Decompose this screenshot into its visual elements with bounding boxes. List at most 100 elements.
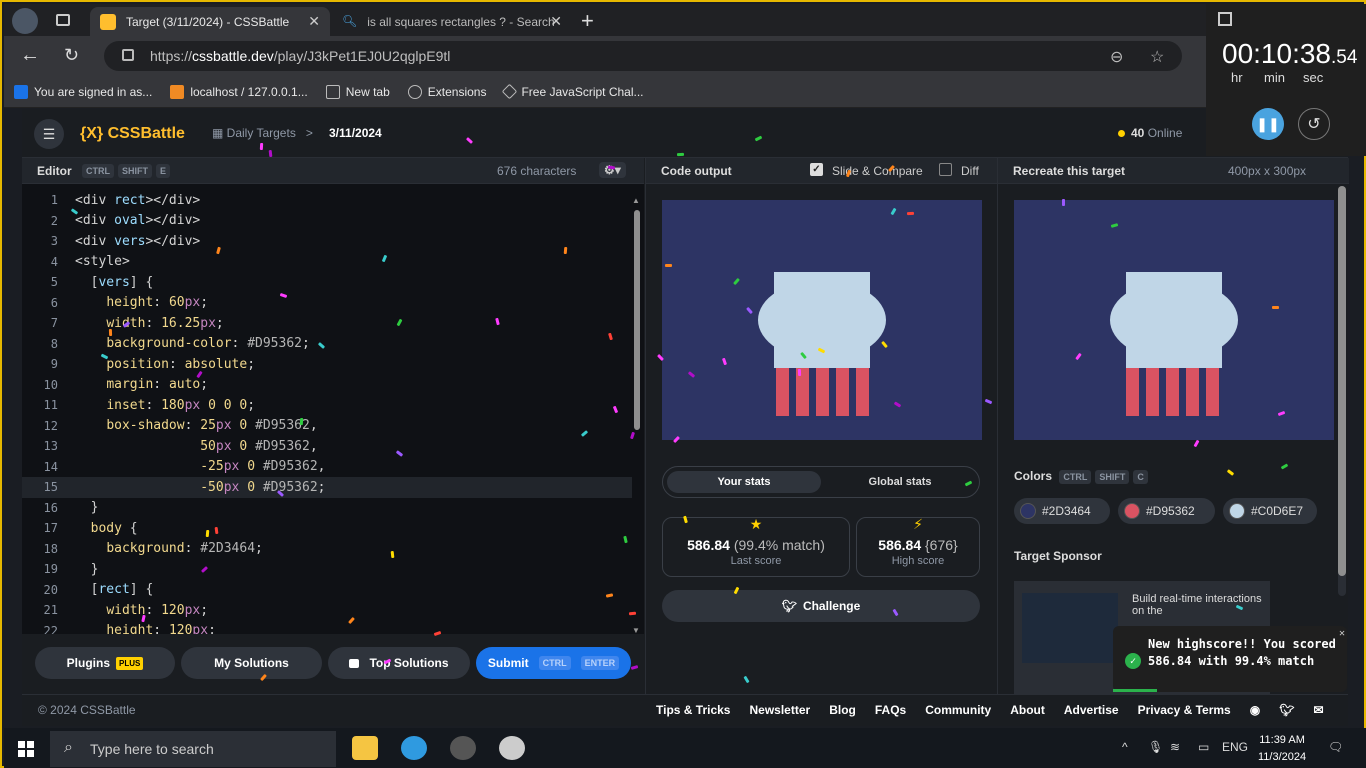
menu-button[interactable]: ☰ <box>34 119 64 149</box>
code-line[interactable]: 14 -25px 0 #D95362, <box>22 457 632 478</box>
output-bar <box>856 368 869 416</box>
breadcrumb-daily-targets[interactable]: ▦ Daily Targets > <box>212 126 313 140</box>
code-line[interactable]: 5 [vers] { <box>22 272 632 293</box>
color-hex: #C0D6E7 <box>1251 504 1304 518</box>
code-line[interactable]: 12 box-shadow: 25px 0 #D95362, <box>22 416 632 437</box>
back-arrow-icon[interactable]: ← <box>20 44 40 67</box>
code-line[interactable]: 11 inset: 180px 0 0 0; <box>22 395 632 416</box>
code-editor[interactable]: 1 <div rect></div> 2 <div oval></div> 3 <div … <box>22 184 644 634</box>
code-line[interactable]: 8 background-color: #D95362; <box>22 334 632 355</box>
tray-overflow-icon[interactable]: ^ <box>1122 740 1128 754</box>
cssbattle-logo[interactable]: {X} CSSBattle <box>80 125 185 143</box>
tab-your-stats[interactable]: Your stats <box>667 471 821 493</box>
reset-button[interactable]: ↺ <box>1298 108 1330 140</box>
bookmark-extensions[interactable]: Extensions <box>407 84 486 99</box>
editor-scrollbar[interactable]: ▲ ▼ <box>632 196 640 636</box>
pause-button[interactable]: ❚❚ <box>1252 108 1284 140</box>
battery-icon[interactable]: ▭ <box>1198 740 1209 754</box>
code-line[interactable]: 20 [rect] { <box>22 580 632 601</box>
challenge-button[interactable]: 🐦︎ Challenge <box>662 590 980 622</box>
tab-search[interactable]: 🔍︎ is all squares rectangles ? - Search … <box>332 7 572 36</box>
code-line[interactable]: 4 <style> <box>22 252 632 273</box>
code-line[interactable]: 2 <div oval></div> <box>22 211 632 232</box>
diff-checkbox[interactable] <box>939 163 952 176</box>
slide-compare-checkbox[interactable]: ✓ <box>810 163 823 176</box>
footer-link[interactable]: Newsletter <box>749 703 810 717</box>
color-chip[interactable]: #2D3464 <box>1014 498 1110 524</box>
code-line[interactable]: 17 body { <box>22 518 632 539</box>
code-line[interactable]: 21 width: 120px; <box>22 600 632 621</box>
tab-cssbattle[interactable]: Target (3/11/2024) - CSSBattle ✕ <box>90 7 330 36</box>
close-tab-icon[interactable]: ✕ <box>550 13 562 30</box>
code-line[interactable]: 18 background: #2D3464; <box>22 539 632 560</box>
close-tab-icon[interactable]: ✕ <box>308 13 320 30</box>
tab-actions-icon[interactable] <box>56 14 70 26</box>
plugins-button[interactable]: Plugins PLUS <box>35 647 175 679</box>
footer-link[interactable]: About <box>1010 703 1045 717</box>
wifi-icon[interactable]: ≋ <box>1170 740 1180 754</box>
twitter-icon[interactable]: 🐦︎ <box>1279 703 1294 717</box>
language-indicator[interactable]: ENG <box>1222 740 1248 754</box>
footer-link[interactable]: Blog <box>829 703 856 717</box>
scroll-up-icon[interactable]: ▲ <box>632 196 640 205</box>
footer-link[interactable]: FAQs <box>875 703 906 717</box>
target-scrollbar[interactable] <box>1338 186 1346 596</box>
taskbar-clock[interactable]: 11:39 AM 11/3/2024 <box>1258 732 1306 766</box>
browser-toolbar: ← ↻ https://cssbattle.dev/play/J3kPet1EJ… <box>4 36 1366 76</box>
discord-icon[interactable]: ◉ <box>1250 703 1260 717</box>
code-line[interactable]: 7 width: 16.25px; <box>22 313 632 334</box>
bookmark-new-tab[interactable]: New tab <box>325 84 390 99</box>
code-line[interactable]: 13 50px 0 #D95362, <box>22 436 632 457</box>
editor-shortcut: CTRL SHIFT E <box>78 163 171 178</box>
bookmark-free-js[interactable]: Free JavaScript Chal... <box>502 83 644 100</box>
output-bar <box>776 368 789 416</box>
footer-link[interactable]: Privacy & Terms <box>1138 703 1231 717</box>
online-count: 40 Online <box>1118 126 1182 140</box>
code-line[interactable]: 1 <div rect></div> <box>22 190 632 211</box>
microphone-icon[interactable]: 🎙︎ <box>1148 740 1163 754</box>
footer-link[interactable]: Community <box>925 703 991 717</box>
code-line[interactable]: 3 <div vers></div> <box>22 231 632 252</box>
target-canvas[interactable] <box>1014 200 1334 440</box>
code-line[interactable]: 9 position: absolute; <box>22 354 632 375</box>
notification-icon[interactable]: 🗨︎ <box>1328 740 1343 754</box>
scroll-thumb[interactable] <box>634 210 640 430</box>
profile-avatar[interactable] <box>12 8 38 34</box>
expand-icon[interactable] <box>1218 12 1232 26</box>
line-number: 17 <box>43 521 58 536</box>
color-chip[interactable]: #C0D6E7 <box>1223 498 1317 524</box>
code-line[interactable]: 15 -50px 0 #D95362; <box>22 477 632 498</box>
file-explorer-icon[interactable] <box>352 736 378 760</box>
breadcrumb-label: Daily Targets <box>226 126 296 140</box>
mail-icon[interactable]: ✉ <box>1313 703 1323 717</box>
output-canvas[interactable] <box>662 200 982 440</box>
footer-link[interactable]: Advertise <box>1064 703 1119 717</box>
bookmark-signed-in[interactable]: You are signed in as... <box>14 84 152 99</box>
clock-app-icon[interactable] <box>499 736 525 760</box>
tab-global-stats[interactable]: Global stats <box>823 471 977 493</box>
refresh-icon[interactable]: ↻ <box>64 45 79 66</box>
my-solutions-button[interactable]: My Solutions <box>181 647 322 679</box>
code-line[interactable]: 22 height: 120px; <box>22 621 632 634</box>
edge-icon[interactable] <box>401 736 427 760</box>
code-line[interactable]: 6 height: 60px; <box>22 293 632 314</box>
code-line[interactable]: 10 margin: auto; <box>22 375 632 396</box>
target-scroll-thumb[interactable] <box>1338 186 1346 576</box>
windows-start-icon[interactable] <box>18 741 34 757</box>
taskbar-search[interactable]: ⌕ Type here to search <box>50 731 336 767</box>
obs-icon[interactable] <box>450 736 476 760</box>
footer-link[interactable]: Tips & Tricks <box>656 703 730 717</box>
code-line[interactable]: 16 } <box>22 498 632 519</box>
output-header: Code output ✓ Slide & Compare Diff <box>646 158 997 184</box>
zoom-icon[interactable]: ⊖ <box>1110 47 1123 67</box>
editor-settings-button[interactable]: ⚙▾ <box>599 162 626 178</box>
bookmark-localhost[interactable]: localhost / 127.0.0.1... <box>170 84 308 99</box>
address-bar[interactable]: https://cssbattle.dev/play/J3kPet1EJ0U2q… <box>104 41 1182 71</box>
new-tab-button[interactable]: + <box>581 8 594 34</box>
code-line[interactable]: 19 } <box>22 559 632 580</box>
confetti-piece <box>390 551 395 559</box>
top-solutions-button[interactable]: Top Solutions <box>328 647 470 679</box>
color-chip[interactable]: #D95362 <box>1118 498 1215 524</box>
favorite-star-icon[interactable]: ☆ <box>1150 47 1164 67</box>
submit-button[interactable]: Submit CTRL ENTER <box>476 647 631 679</box>
